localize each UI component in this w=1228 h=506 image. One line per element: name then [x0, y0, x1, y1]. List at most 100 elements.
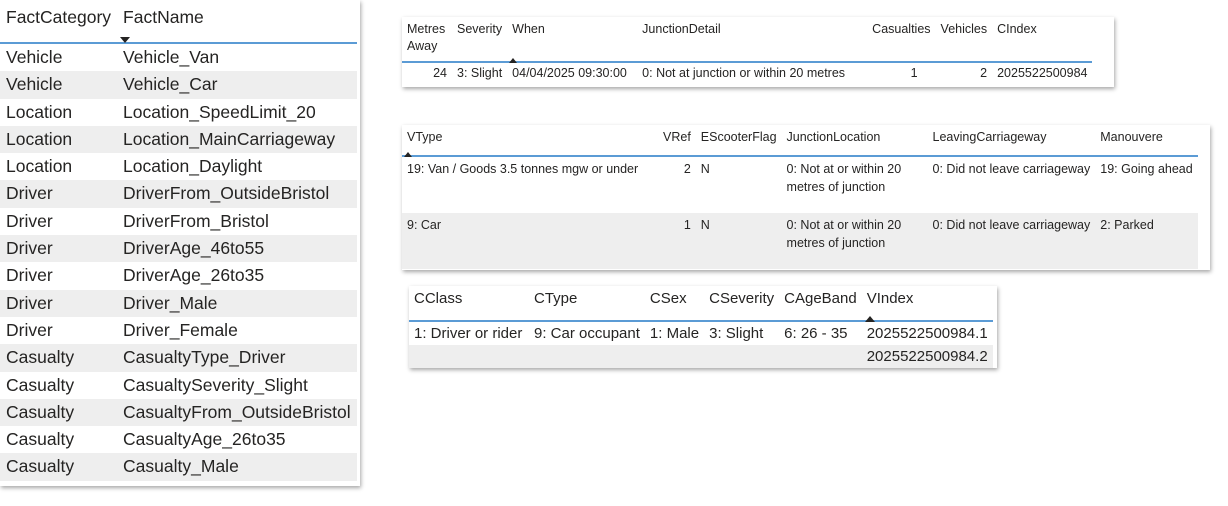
column-header-cageband[interactable]: CAgeBand	[779, 290, 862, 322]
cell-cclass	[409, 345, 529, 368]
cell-factname: DriverAge_26to35	[123, 265, 265, 286]
table-row[interactable]: Location Location_SpeedLimit_20	[0, 99, 357, 126]
cell-cindex: 2025522500984	[997, 66, 1088, 80]
cell-factcategory: Location	[6, 101, 73, 122]
cell-cseverity	[704, 345, 780, 368]
column-header-escooterflag[interactable]: EScooterFlag	[695, 129, 782, 157]
column-header-factname[interactable]: FactName	[117, 4, 357, 44]
table-row[interactable]: Driver DriverFrom_OutsideBristol	[0, 180, 357, 208]
column-header-severity[interactable]: Severity	[452, 21, 508, 63]
column-header-cseverity[interactable]: CSeverity	[704, 290, 780, 322]
cell-factname: Driver_Female	[123, 319, 238, 340]
table-row[interactable]: Driver DriverFrom_Bristol	[0, 208, 357, 235]
cell-factname: Location_Daylight	[123, 156, 263, 177]
casualty-grid: CClass CType CSex CSeverity CAgeBand VIn…	[409, 290, 993, 368]
cell-cageband: 6: 26 - 35	[784, 325, 848, 342]
column-header-manouvere[interactable]: Manouvere	[1095, 129, 1198, 157]
table-row[interactable]: Vehicle Vehicle_Van	[0, 43, 357, 71]
table-row[interactable]: Casualty CasualtySeverity_Slight	[0, 372, 357, 399]
table-row[interactable]: 24 3: Slight 04/04/2025 09:30:00 0: Not …	[402, 62, 1092, 83]
cell-factcategory: Location	[0, 125, 118, 154]
cell-factcategory: Driver	[0, 235, 118, 263]
cell-cageband	[779, 345, 862, 368]
table-row[interactable]: Vehicle Vehicle_Car	[0, 71, 357, 99]
cell-manouvere: 19: Going ahead	[1100, 162, 1193, 176]
cell-metres-away: 24	[433, 66, 447, 80]
table-row[interactable]: Driver Driver_Male	[0, 289, 357, 317]
column-header-junctiondetail[interactable]: JunctionDetail	[637, 21, 868, 63]
collision-grid: Metres Away Severity When JunctionDetail…	[402, 21, 1093, 83]
cell-ctype	[529, 345, 645, 368]
cell-factcategory: Casualty	[0, 453, 118, 481]
cell-factname: Location_MainCarriageway	[117, 125, 357, 154]
table-row[interactable]: 19: Van / Goods 3.5 tonnes mgw or under 2…	[402, 156, 1198, 213]
cell-factcategory: Driver	[0, 180, 118, 208]
column-header-vehicles[interactable]: Vehicles	[935, 21, 993, 63]
table-row[interactable]: Casualty CasualtyAge_26to35	[0, 426, 357, 453]
cell-factcategory: Vehicle	[0, 71, 118, 99]
cell-factcategory: Casualty	[6, 429, 75, 450]
cell-factname: CasualtyAge_26to35	[123, 429, 286, 450]
column-header-ctype[interactable]: CType	[529, 290, 645, 322]
cell-factname: DriverFrom_OutsideBristol	[117, 180, 357, 208]
cell-escooterflag: N	[700, 162, 710, 176]
cell-csex: 1: Male	[649, 325, 700, 342]
cell-cclass: 1: Driver or rider	[414, 325, 523, 342]
cell-vindex: 2025522500984.1	[866, 325, 988, 342]
casualty-rows: 1: Driver or rider 9: Car occupant 1: Male…	[409, 321, 993, 368]
table-row[interactable]: Casualty CasualtyFrom_OutsideBristol	[0, 398, 357, 427]
column-header-junctionlocation[interactable]: JunctionLocation	[781, 129, 928, 157]
cell-factname: Vehicle_Van	[123, 47, 220, 67]
fact-rows: Vehicle Vehicle_Van Vehicle Vehicle_Car Loca…	[0, 43, 357, 481]
table-row[interactable]: Casualty CasualtyType_Driver	[0, 344, 357, 372]
column-header-vindex[interactable]: VIndex	[861, 290, 993, 322]
fact-table: FactCategory FactName Vehicle Vehicle_Van…	[0, 0, 360, 486]
cell-factname: Casualty_Male	[117, 453, 357, 481]
cell-factcategory: Casualty	[0, 398, 118, 427]
cell-factcategory: Driver	[6, 319, 53, 340]
table-row[interactable]: Location Location_Daylight	[0, 153, 357, 180]
casualty-table: CClass CType CSex CSeverity CAgeBand VIn…	[409, 286, 997, 368]
column-header-vtype[interactable]: VType	[402, 129, 658, 157]
cell-factname: CasualtyFrom_OutsideBristol	[117, 398, 357, 427]
cell-factcategory: Location	[6, 156, 73, 177]
table-row[interactable]: Driver DriverAge_26to35	[0, 262, 357, 289]
collision-table: Metres Away Severity When JunctionDetail…	[402, 17, 1114, 87]
cell-csex	[644, 345, 705, 368]
column-header-metres-away[interactable]: Metres Away	[402, 21, 452, 63]
cell-vref: 2	[683, 162, 691, 176]
table-row[interactable]: 9: Car 1 N 0: Not at or within 20 metres of…	[402, 213, 1198, 269]
column-header-leavingcarriageway[interactable]: LeavingCarriageway	[927, 129, 1096, 157]
cell-factname: Location_SpeedLimit_20	[123, 101, 316, 122]
cell-factname: Vehicle_Car	[117, 71, 357, 99]
table-row[interactable]: Casualty Casualty_Male	[0, 453, 357, 481]
table-row[interactable]: 2025522500984.2	[409, 345, 993, 368]
vehicle-rows: 19: Van / Goods 3.5 tonnes mgw or under 2…	[402, 156, 1198, 269]
table-row[interactable]: Location Location_MainCarriageway	[0, 125, 357, 154]
table-row[interactable]: Driver Driver_Female	[0, 317, 357, 344]
cell-factname: DriverAge_46to55	[117, 235, 357, 263]
cell-factname: CasualtyType_Driver	[117, 344, 357, 372]
cell-leavingcarriageway: 0: Did not leave carriageway	[927, 213, 1096, 269]
cell-junctionlocation: 0: Not at or within 20 metres of junctio…	[781, 213, 928, 269]
vehicle-table: VType VRef EScooterFlag JunctionLocation…	[402, 125, 1210, 270]
column-header-cclass[interactable]: CClass	[409, 290, 529, 322]
cell-severity: 3: Slight	[457, 66, 503, 80]
cell-factcategory: Vehicle	[6, 47, 63, 67]
cell-junctionlocation: 0: Not at or within 20 metres of junctio…	[786, 162, 902, 194]
column-header-casualties[interactable]: Casualties	[867, 21, 936, 63]
column-header-cindex[interactable]: CIndex	[992, 21, 1093, 63]
cell-ctype: 9: Car occupant	[534, 325, 640, 342]
cell-when: 04/04/2025 09:30:00	[512, 66, 627, 80]
column-header-csex[interactable]: CSex	[644, 290, 705, 322]
table-row[interactable]: Driver DriverAge_46to55	[0, 235, 357, 263]
column-header-factcategory[interactable]: FactCategory	[0, 4, 118, 44]
cell-factname: DriverFrom_Bristol	[123, 210, 269, 231]
column-header-vref[interactable]: VRef	[658, 129, 696, 157]
cell-leavingcarriageway: 0: Did not leave carriageway	[932, 162, 1091, 176]
cell-vindex: 2025522500984.2	[861, 345, 993, 368]
vehicle-grid: VType VRef EScooterFlag JunctionLocation…	[402, 129, 1198, 269]
table-row[interactable]: 1: Driver or rider 9: Car occupant 1: Male…	[409, 321, 993, 345]
cell-escooterflag: N	[695, 213, 782, 269]
column-header-when[interactable]: When	[507, 21, 638, 63]
